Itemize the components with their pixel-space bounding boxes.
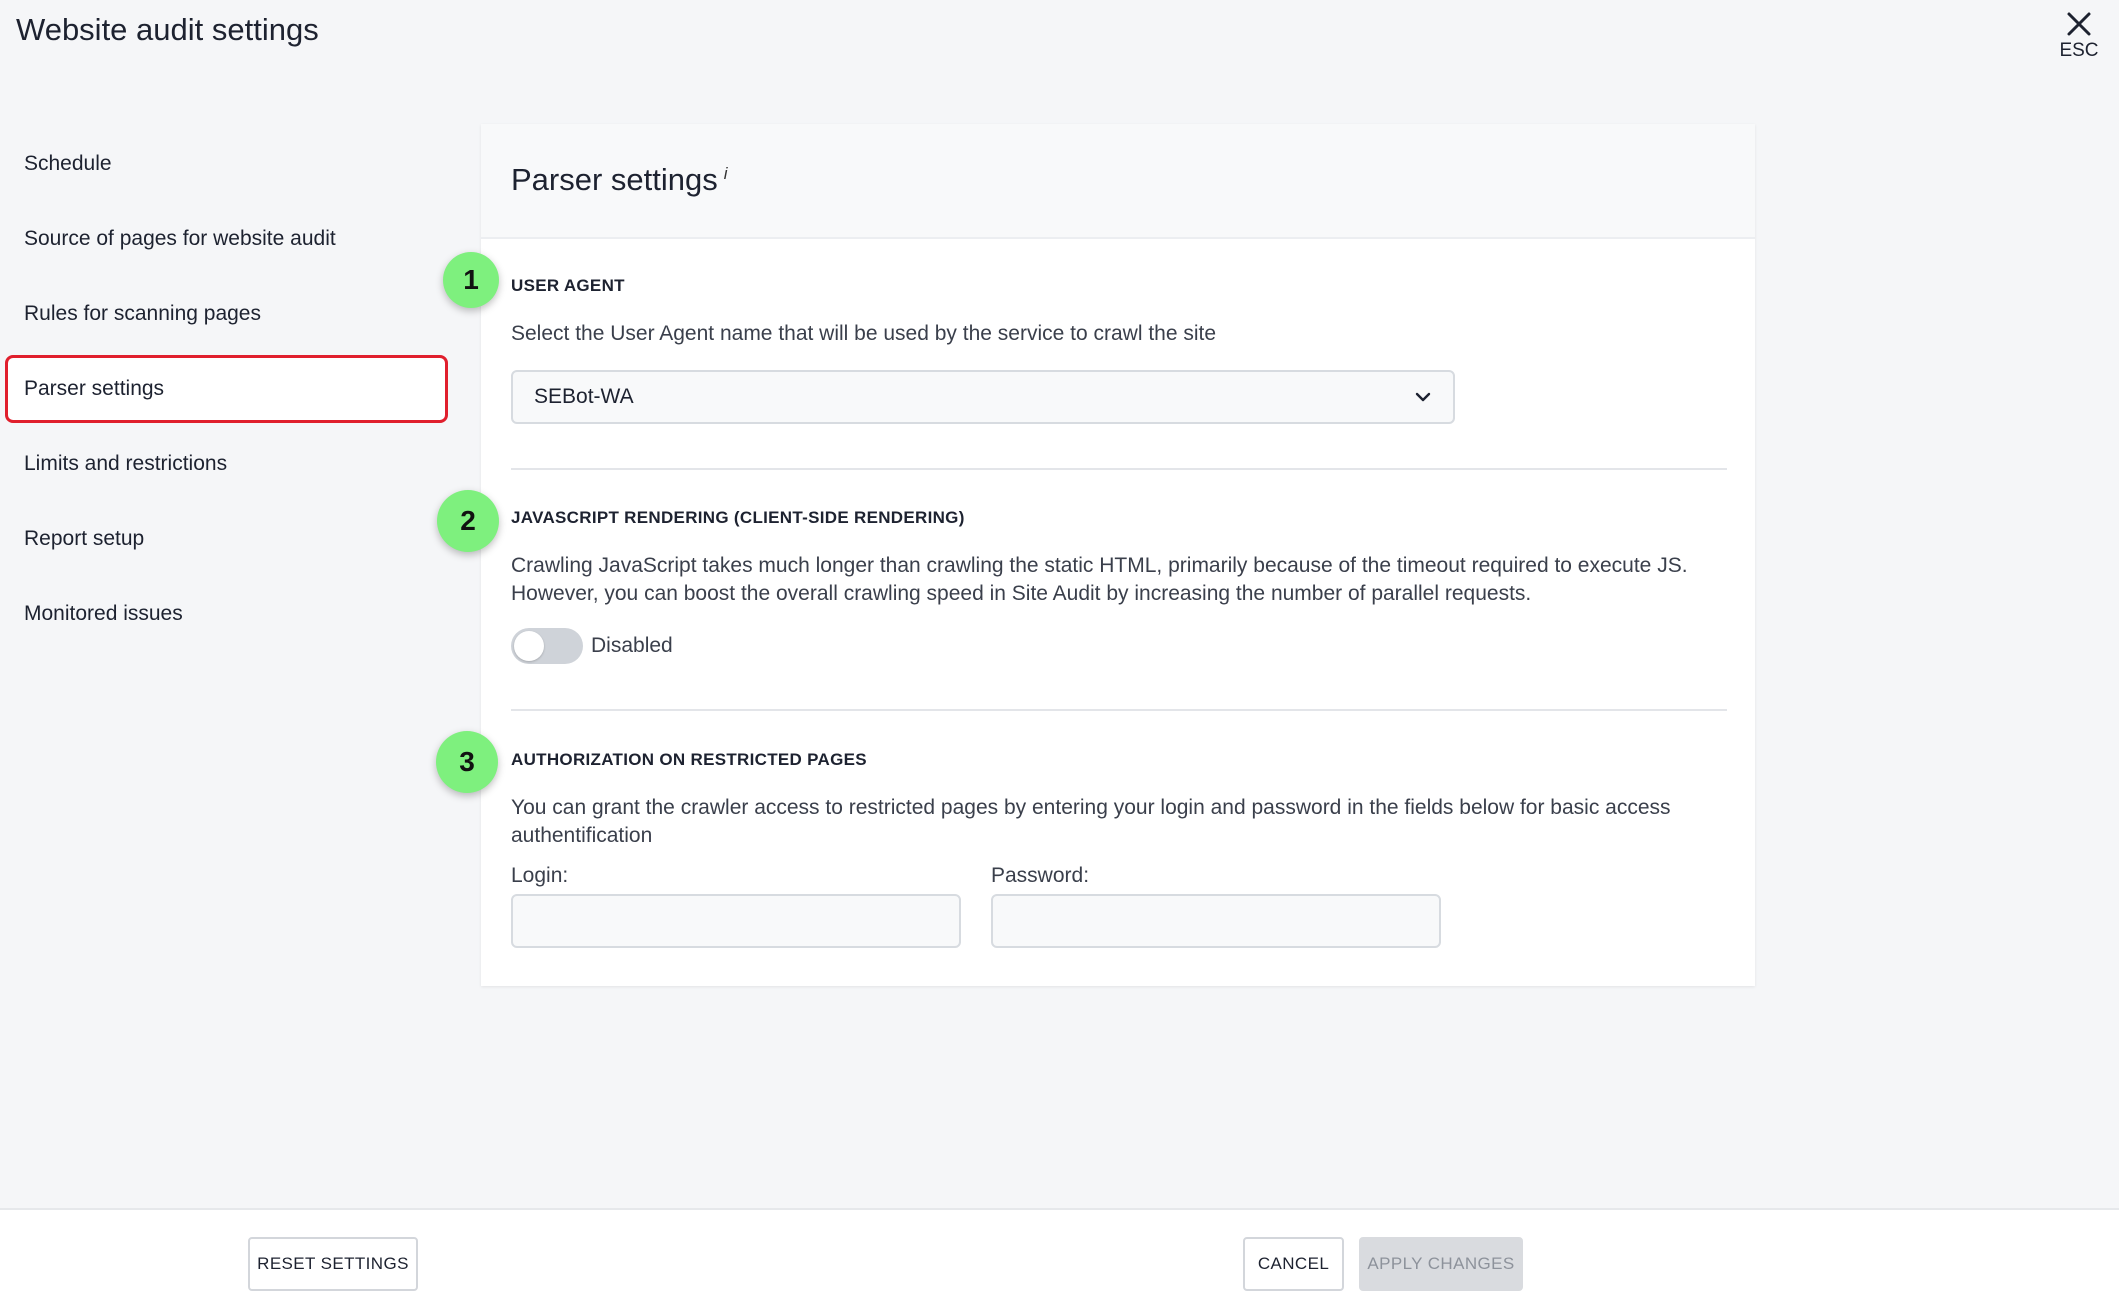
sidebar-item-label: Limits and restrictions (24, 452, 228, 475)
section-divider (511, 468, 1727, 470)
sidebar-item-label: Report setup (24, 527, 145, 550)
apply-changes-button[interactable]: APPLY CHANGES (1359, 1237, 1523, 1291)
js-rendering-toggle[interactable] (511, 628, 583, 664)
authorization-description: You can grant the crawler access to rest… (511, 796, 1671, 847)
sidebar-item-label: Schedule (24, 152, 112, 175)
js-rendering-description: Crawling JavaScript takes much longer th… (511, 552, 1727, 608)
authorization-heading: AUTHORIZATION ON RESTRICTED PAGES (511, 750, 867, 769)
panel-header: Parser settings i (481, 124, 1755, 239)
js-rendering-toggle-row: Disabled (511, 628, 1727, 664)
sidebar-item-label: Source of pages for website audit (24, 227, 336, 250)
login-label: Login: (511, 864, 569, 887)
sidebar-item-label: Parser settings (24, 377, 165, 400)
js-rendering-toggle-state: Disabled (591, 634, 673, 657)
user-agent-heading: USER AGENT (511, 276, 625, 295)
sidebar-item-rules-for-scanning[interactable]: Rules for scanning pages (5, 280, 448, 348)
login-field-group: Login: (511, 864, 961, 948)
annotation-badge-2: 2 (437, 490, 499, 552)
sidebar-item-monitored-issues[interactable]: Monitored issues (5, 580, 448, 648)
section-divider (511, 709, 1727, 711)
info-icon[interactable]: i (724, 164, 728, 183)
parser-settings-panel: Parser settings i USER AGENT Select the U… (481, 124, 1755, 986)
credentials-fields: Login: Password: (511, 864, 1727, 948)
authorization-section: AUTHORIZATION ON RESTRICTED PAGES You ca… (511, 750, 1727, 948)
annotation-badge-3: 3 (436, 731, 498, 793)
password-field-group: Password: (991, 864, 1441, 948)
user-agent-select[interactable]: SEBot-WA (511, 370, 1455, 424)
toggle-knob (514, 631, 544, 661)
js-rendering-description-line2: However, you can boost the overall crawl… (511, 582, 1532, 605)
js-rendering-section: JAVASCRIPT RENDERING (CLIENT-SIDE RENDER… (511, 508, 1727, 664)
user-agent-section: USER AGENT Select the User Agent name th… (511, 276, 1727, 424)
sidebar-item-label: Monitored issues (24, 602, 183, 625)
password-input[interactable] (991, 894, 1441, 948)
login-input[interactable] (511, 894, 961, 948)
sidebar-item-limits[interactable]: Limits and restrictions (5, 430, 448, 498)
annotation-badge-1: 1 (443, 252, 499, 308)
user-agent-description: Select the User Agent name that will be … (511, 322, 1217, 345)
page-title: Website audit settings (16, 12, 319, 47)
settings-sidebar: Schedule Source of pages for website aud… (5, 130, 448, 655)
panel-title-text: Parser settings (511, 162, 718, 197)
sidebar-item-report-setup[interactable]: Report setup (5, 505, 448, 573)
sidebar-item-source-of-pages[interactable]: Source of pages for website audit (5, 205, 448, 273)
js-rendering-heading: JAVASCRIPT RENDERING (CLIENT-SIDE RENDER… (511, 508, 965, 527)
sidebar-item-parser-settings[interactable]: Parser settings (5, 355, 448, 423)
password-label: Password: (991, 864, 1090, 887)
footer-bar: RESET SETTINGS CANCEL APPLY CHANGES (0, 1208, 2119, 1302)
esc-hint: ESC (2059, 40, 2099, 61)
js-rendering-description-line1: Crawling JavaScript takes much longer th… (511, 554, 1688, 577)
sidebar-item-schedule[interactable]: Schedule (5, 130, 448, 198)
panel-title: Parser settings i (511, 162, 728, 198)
chevron-down-icon (1415, 392, 1431, 402)
cancel-button[interactable]: CANCEL (1243, 1237, 1344, 1291)
user-agent-selected-value: SEBot-WA (534, 385, 634, 408)
sidebar-item-label: Rules for scanning pages (24, 302, 261, 325)
reset-settings-button[interactable]: RESET SETTINGS (248, 1237, 418, 1291)
close-icon (2067, 12, 2091, 36)
close-button[interactable]: ESC (2052, 10, 2106, 62)
